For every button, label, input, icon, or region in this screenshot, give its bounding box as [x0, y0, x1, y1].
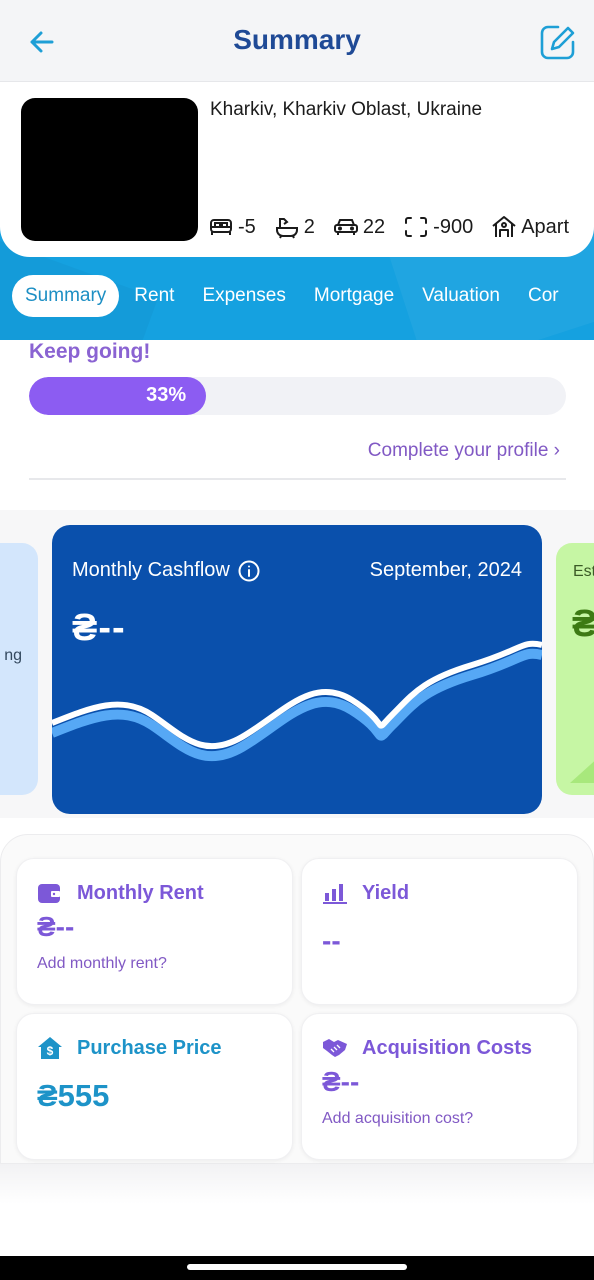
home-indicator-bar — [0, 1256, 594, 1280]
bar-chart-icon — [323, 884, 347, 904]
property-stats: -5 2 22 -900 Apart — [208, 215, 587, 239]
info-icon[interactable] — [238, 560, 260, 582]
stat-type: Apart — [491, 215, 569, 239]
bed-icon — [210, 219, 232, 235]
purchase-price-value: ₴555 — [37, 1078, 110, 1113]
tab-expenses[interactable]: Expenses — [189, 275, 298, 317]
carousel-card-previous[interactable]: ng — [0, 543, 38, 795]
stat-area: -900 — [403, 215, 473, 239]
next-card-graphic — [570, 747, 594, 783]
next-card-value: ₴ — [572, 603, 594, 645]
tab-valuation[interactable]: Valuation — [409, 275, 513, 317]
bottom-shadow — [0, 1164, 594, 1204]
purchase-price-title: Purchase Price — [77, 1036, 222, 1059]
acquisition-costs-header: Acquisition Costs — [322, 1036, 532, 1060]
monthly-rent-header: Monthly Rent — [37, 881, 204, 905]
area-icon — [405, 217, 428, 237]
purchase-price-header: $ Purchase Price — [37, 1036, 222, 1060]
top-bar: Summary — [0, 0, 594, 82]
stat-parking: 22 — [333, 215, 385, 239]
tab-rent[interactable]: Rent — [121, 275, 187, 317]
house-dollar-icon: $ — [38, 1037, 62, 1059]
previous-card-text: ng — [4, 647, 22, 664]
svg-text:$: $ — [47, 1044, 54, 1058]
area-value: -900 — [433, 215, 474, 238]
property-address: Kharkiv, Kharkiv Oblast, Ukraine — [210, 99, 483, 120]
summary-screen: Summary Kharkiv, Kharkiv Oblast, Ukraine… — [0, 0, 594, 1280]
edit-square-icon[interactable] — [538, 22, 578, 62]
stat-bedrooms: -5 — [208, 215, 256, 239]
acquisition-costs-card[interactable]: Acquisition Costs ₴-- Add acquisition co… — [301, 1013, 578, 1160]
property-type: Apart — [521, 215, 570, 238]
house-icon — [492, 216, 516, 237]
tab-more[interactable]: Cor — [515, 275, 572, 317]
page-title: Summary — [233, 24, 361, 55]
handshake-icon — [323, 1039, 347, 1057]
yield-header: Yield — [322, 881, 409, 905]
next-card-label: Est — [573, 563, 594, 580]
cashflow-value: ₴-- — [72, 607, 126, 649]
monthly-cashflow-card[interactable]: Monthly Cashflow September, 2024 ₴-- — [52, 525, 542, 814]
car-icon — [333, 219, 358, 235]
divider — [29, 478, 566, 480]
bathtub-icon — [275, 218, 298, 239]
profile-progress-bar: 33% — [29, 377, 566, 415]
stat-bathrooms: 2 — [274, 215, 315, 239]
yield-card[interactable]: Yield -- — [301, 858, 578, 1005]
property-photo[interactable] — [21, 98, 198, 241]
carousel-card-next[interactable]: Est ₴ — [556, 543, 594, 795]
bathrooms-value: 2 — [303, 215, 315, 238]
parking-value: 22 — [362, 215, 386, 238]
home-indicator[interactable] — [187, 1264, 407, 1270]
progress-percent: 33% — [146, 384, 187, 406]
acquisition-costs-title: Acquisition Costs — [362, 1036, 533, 1059]
wallet-icon — [38, 884, 60, 903]
monthly-rent-card[interactable]: Monthly Rent ₴-- Add monthly rent? — [16, 858, 293, 1005]
cashflow-label: Monthly Cashflow — [72, 559, 260, 582]
progress-fill: 33% — [29, 377, 207, 415]
cashflow-date: September, 2024 — [369, 559, 522, 581]
monthly-rent-value: ₴-- — [37, 911, 75, 942]
progress-heading: Keep going! — [29, 340, 151, 363]
acquisition-costs-value: ₴-- — [322, 1066, 360, 1097]
yield-value: -- — [322, 925, 341, 956]
complete-profile-link[interactable]: Complete your profile › — [368, 440, 560, 462]
tab-summary[interactable]: Summary — [12, 275, 120, 317]
add-monthly-rent-link[interactable]: Add monthly rent? — [37, 955, 167, 973]
monthly-rent-title: Monthly Rent — [77, 881, 204, 904]
cashflow-title: Monthly Cashflow — [72, 559, 230, 581]
purchase-price-card[interactable]: $ Purchase Price ₴555 — [16, 1013, 293, 1160]
bedrooms-value: -5 — [238, 215, 256, 238]
tab-mortgage[interactable]: Mortgage — [301, 275, 407, 317]
section-tabs: Summary Rent Expenses Mortgage Valuation… — [12, 275, 574, 317]
property-card[interactable]: Kharkiv, Kharkiv Oblast, Ukraine -5 2 22 — [0, 83, 594, 257]
yield-title: Yield — [362, 881, 410, 904]
add-acquisition-cost-link[interactable]: Add acquisition cost? — [322, 1110, 473, 1128]
